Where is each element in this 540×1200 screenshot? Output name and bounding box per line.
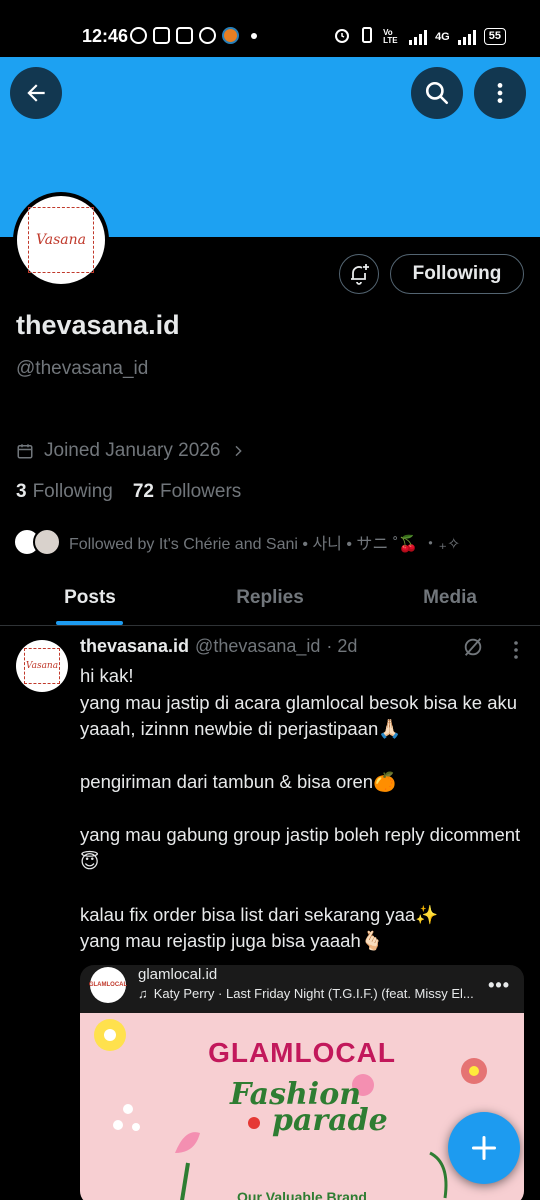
profile-avatar[interactable]: Vasana [13,192,109,288]
profile-handle: @thevasana_id [16,358,149,379]
search-icon [425,81,449,105]
embed-song-title: Katy Perry · Last Friday Night (T.G.I.F.… [153,986,474,1001]
more-notifications-dot [251,32,257,39]
embed-header: GLAMLOCAL glamlocal.id ♫ Katy Perry · La… [80,965,524,1013]
embed-song-row: ♫ Katy Perry · Last Friday Night (T.G.I.… [138,986,474,1001]
avatar-logo: Vasana [28,207,94,273]
network-type: 4G [435,30,450,43]
signal-icon-2 [457,29,476,45]
poster-title-line-2: parade [272,1103,388,1138]
battery-indicator: 55 [483,28,506,45]
tab-replies[interactable]: Replies [180,570,360,625]
notifications-toggle-button[interactable] [339,254,379,294]
post-time: · 2d [326,636,358,656]
status-time: 12:46 [82,26,129,46]
shopee-icon [222,27,239,44]
followed-by-text: Followed by It's Chérie and Sani • 사니 • … [69,536,461,553]
post-header: thevasana.id @thevasana_id · 2d [80,636,357,657]
joined-date: Joined January 2026 [44,440,221,461]
signal-icon [409,29,428,45]
following-label: Following [32,481,113,502]
music-note-icon: ♫ [138,986,148,1001]
calendar-icon [17,444,33,459]
joined-date-row[interactable]: Joined January 2026 [16,440,246,462]
grok-icon [464,638,482,656]
post-author-avatar[interactable]: Vasana [16,640,68,692]
chevron-right-icon [235,445,243,457]
following-count-link[interactable]: 3 Following [16,481,113,503]
vertical-dots-icon [497,83,503,103]
vibrate-icon [359,26,375,47]
tab-posts[interactable]: Posts [0,570,180,625]
back-button[interactable] [10,67,62,119]
follower-avatar-2 [33,528,61,556]
volte-label: Vo LTE [383,27,398,45]
embed-account-name: glamlocal.id [138,966,218,983]
grok-button[interactable] [462,636,484,663]
embed-account-avatar: GLAMLOCAL [88,967,128,1003]
tab-media[interactable]: Media [360,570,540,625]
following-button[interactable]: Following [390,254,524,294]
alarm-icon [333,26,351,47]
plus-icon [471,1135,497,1161]
post-author-handle[interactable]: @thevasana_id [195,636,320,657]
notification-icons [130,27,257,44]
profile-name: thevasana.id [16,310,180,340]
bell-plus-icon [351,264,369,285]
post-more-button[interactable] [508,640,524,665]
followers-count-link[interactable]: 72 Followers [133,481,241,503]
followers-label: Followers [159,481,242,502]
followers-count: 72 [132,481,154,502]
profile-tabs: Posts Replies Media [0,570,540,626]
compose-post-button[interactable] [448,1112,520,1184]
whatsapp-icon [130,27,147,44]
embed-avatar-logo: GLAMLOCAL [88,982,128,988]
search-button[interactable] [411,67,463,119]
arrow-left-icon [27,84,45,102]
vertical-dots-icon [514,641,518,659]
status-bar: 12:46 Vo LTE 4G 55 [0,0,540,60]
shopping-icon [176,27,193,44]
following-count: 3 [16,481,27,502]
app-icon [199,27,216,44]
more-options-button[interactable] [474,67,526,119]
post-text: hi kak! yang mau jastip di acara glamloc… [80,665,521,951]
instagram-icon [153,27,170,44]
follow-counts: 3 Following 72 Followers [16,481,241,503]
followed-by-row[interactable]: Followed by It's Chérie and Sani • 사니 • … [13,528,460,556]
poster-brand: GLAMLOCAL [208,1037,396,1068]
embed-more-icon[interactable]: ••• [488,975,510,996]
post-author-name[interactable]: thevasana.id [80,636,189,657]
poster-footer: Our Valuable Brand [237,1189,367,1200]
post-avatar-logo: Vasana [24,648,60,684]
system-icons: Vo LTE 4G 55 [333,26,506,47]
